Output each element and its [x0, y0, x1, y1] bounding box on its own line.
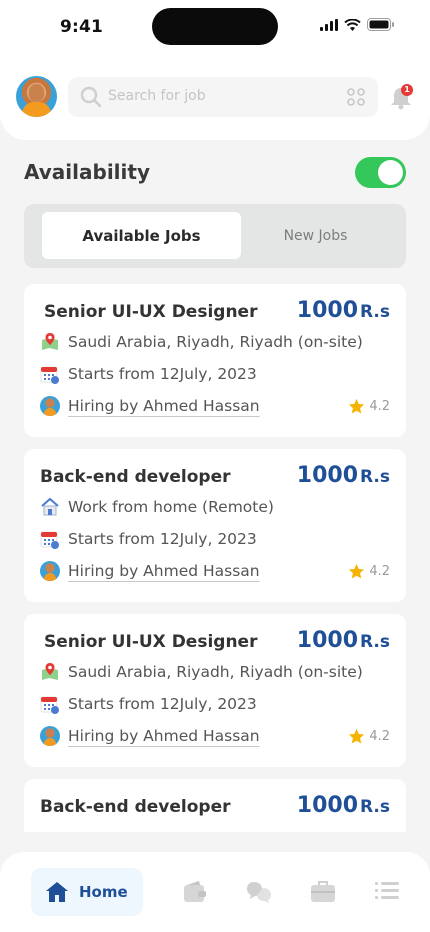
dynamic-island — [152, 8, 278, 45]
price-amount: 1000 — [296, 793, 359, 818]
job-rating: 4.2 — [348, 728, 390, 745]
wifi-icon — [344, 18, 361, 31]
nav-home-label: Home — [79, 883, 128, 901]
home-icon — [41, 497, 59, 516]
price-currency: R.s — [360, 632, 390, 652]
hirer-avatar — [40, 561, 60, 581]
job-location-row: Work from home (Remote) — [40, 497, 274, 517]
job-start-date: Starts from 12July, 2023 — [68, 530, 257, 548]
top-header: 9:41 Search for job 1 — [0, 0, 430, 140]
job-title: Senior UI-UX Designer — [44, 632, 258, 652]
price-currency: R.s — [360, 302, 390, 322]
job-location: Saudi Arabia, Riyadh, Riyadh (on-site) — [68, 663, 363, 681]
hiring-link[interactable]: Hiring by Ahmed Hassan — [68, 562, 260, 580]
job-start-row: Starts from 12July, 2023 — [40, 529, 257, 549]
job-location-row: Saudi Arabia, Riyadh, Riyadh (on-site) — [40, 332, 363, 352]
map-pin-icon — [42, 663, 58, 680]
bottom-nav: Home — [0, 852, 430, 932]
job-hiring-row[interactable]: Hiring by Ahmed Hassan — [40, 561, 260, 581]
notification-badge: 1 — [401, 84, 413, 96]
wallet-icon[interactable] — [183, 880, 207, 904]
status-time: 9:41 — [60, 17, 104, 37]
menu-icon[interactable] — [375, 880, 399, 902]
calendar-icon — [40, 366, 59, 384]
calendar-icon — [40, 696, 59, 714]
job-location: Saudi Arabia, Riyadh, Riyadh (on-site) — [68, 333, 363, 351]
status-icons — [320, 18, 394, 31]
map-pin-icon — [42, 333, 58, 350]
job-price: 1000 R.s — [297, 793, 390, 818]
job-hiring-row[interactable]: Hiring by Ahmed Hassan — [40, 396, 260, 416]
chat-icon[interactable] — [246, 880, 272, 904]
job-title: Back-end developer — [40, 467, 231, 487]
star-icon — [349, 563, 365, 579]
hirer-avatar — [40, 396, 60, 416]
availability-toggle[interactable] — [355, 157, 406, 188]
job-card[interactable]: Senior UI-UX Designer 1000 R.s Saudi Arab… — [24, 284, 406, 437]
job-start-row: Starts from 12July, 2023 — [40, 694, 257, 714]
tab-new-jobs[interactable]: New Jobs — [241, 212, 390, 259]
nav-home[interactable]: Home — [31, 868, 143, 916]
signal-icon — [320, 18, 338, 31]
star-icon — [349, 728, 365, 744]
job-rating: 4.2 — [348, 398, 390, 415]
job-price: 1000 R.s — [297, 628, 390, 653]
user-avatar[interactable] — [16, 76, 57, 117]
job-location: Work from home (Remote) — [68, 498, 274, 516]
rating-value: 4.2 — [369, 399, 390, 414]
search-input[interactable]: Search for job — [108, 88, 206, 104]
calendar-icon — [40, 531, 59, 549]
job-start-date: Starts from 12July, 2023 — [68, 365, 257, 383]
price-amount: 1000 — [296, 628, 359, 653]
job-start-date: Starts from 12July, 2023 — [68, 695, 257, 713]
job-hiring-row[interactable]: Hiring by Ahmed Hassan — [40, 726, 260, 746]
battery-icon — [367, 18, 394, 31]
home-icon — [46, 882, 68, 902]
job-title: Back-end developer — [40, 797, 231, 817]
price-amount: 1000 — [296, 463, 359, 488]
job-card[interactable]: Senior UI-UX Designer 1000 R.s Saudi Arab… — [24, 614, 406, 767]
price-amount: 1000 — [296, 298, 359, 323]
job-start-row: Starts from 12July, 2023 — [40, 364, 257, 384]
star-icon — [349, 398, 365, 414]
search-bar[interactable]: Search for job — [68, 77, 378, 117]
job-tabs: Available Jobs New Jobs — [24, 204, 406, 268]
job-title: Senior UI-UX Designer — [44, 302, 258, 322]
tab-available-jobs[interactable]: Available Jobs — [42, 212, 241, 259]
job-card[interactable]: Back-end developer 1000 R.s — [24, 779, 406, 832]
filter-icon[interactable] — [346, 88, 366, 106]
search-icon — [80, 86, 102, 108]
job-location-row: Saudi Arabia, Riyadh, Riyadh (on-site) — [40, 662, 363, 682]
rating-value: 4.2 — [369, 564, 390, 579]
hiring-link[interactable]: Hiring by Ahmed Hassan — [68, 397, 260, 415]
availability-title: Availability — [24, 160, 150, 184]
job-card[interactable]: Back-end developer 1000 R.s Work from hom… — [24, 449, 406, 602]
hiring-link[interactable]: Hiring by Ahmed Hassan — [68, 727, 260, 745]
job-price: 1000 R.s — [297, 463, 390, 488]
price-currency: R.s — [360, 797, 390, 817]
rating-value: 4.2 — [369, 729, 390, 744]
toggle-knob — [378, 160, 403, 185]
price-currency: R.s — [360, 467, 390, 487]
hirer-avatar — [40, 726, 60, 746]
job-list: Senior UI-UX Designer 1000 R.s Saudi Arab… — [24, 284, 406, 832]
job-price: 1000 R.s — [297, 298, 390, 323]
briefcase-icon[interactable] — [310, 880, 336, 904]
job-rating: 4.2 — [348, 563, 390, 580]
